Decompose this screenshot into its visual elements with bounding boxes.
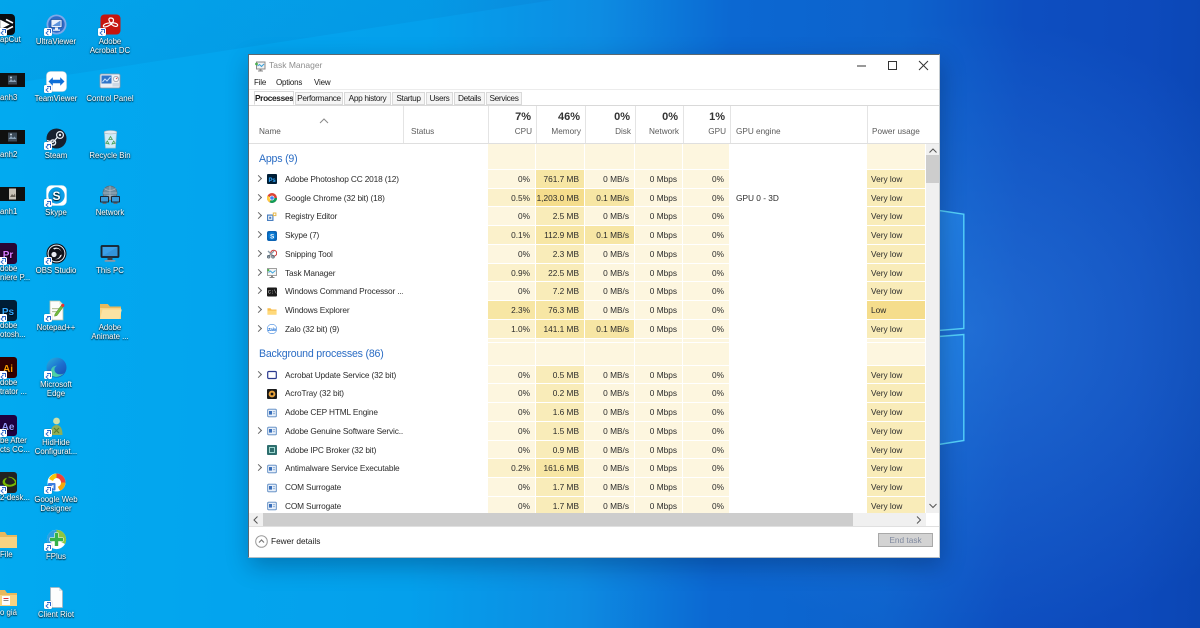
svg-text:C:\: C:\ [268,289,277,295]
svg-text:S: S [52,189,60,203]
svg-text:Ps: Ps [268,178,276,184]
svg-text:Zalo: Zalo [268,327,277,332]
